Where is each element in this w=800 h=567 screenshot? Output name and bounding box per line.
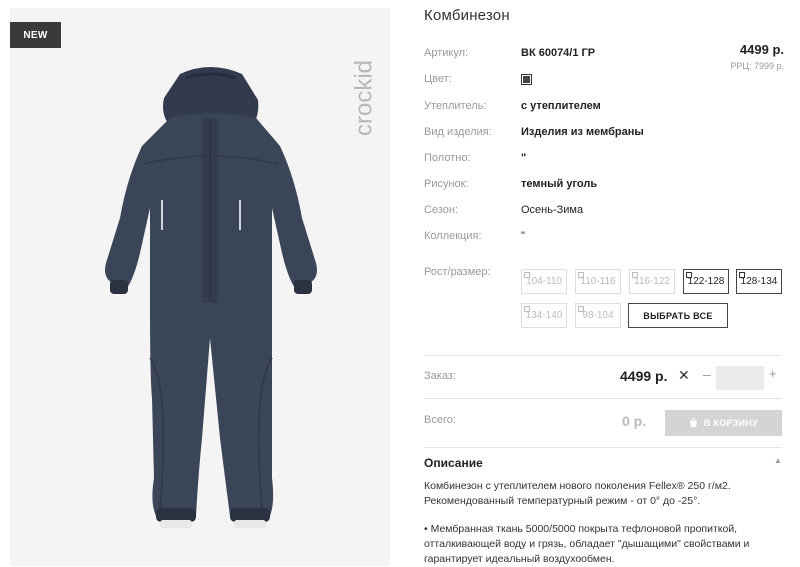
- quantity-input[interactable]: [716, 366, 764, 390]
- spec-label: Артикул:: [424, 47, 469, 59]
- spec-label: Утеплитель:: [424, 100, 487, 112]
- select-all-button[interactable]: ВЫБРАТЬ ВСЕ: [628, 303, 728, 328]
- spec-value: ": [521, 152, 527, 164]
- total-value: 0 р.: [622, 413, 647, 429]
- size-option[interactable]: 98-104: [575, 303, 621, 328]
- increase-button[interactable]: +: [769, 366, 777, 381]
- spec-label: Коллекция:: [424, 230, 482, 242]
- description-line: отталкивающей воду и грязь, обладает "ды…: [424, 538, 750, 550]
- spec-value: темный уголь: [521, 178, 598, 190]
- color-swatch[interactable]: [521, 74, 532, 85]
- spec-label: Сезон:: [424, 204, 458, 216]
- size-checkbox-icon: [578, 306, 584, 312]
- size-label: 116-122: [634, 276, 670, 287]
- size-checkbox-icon: [524, 272, 530, 278]
- divider: [424, 355, 782, 356]
- size-label: 98-104: [582, 310, 614, 321]
- rrp-price: РРЦ: 7999 р.: [730, 61, 784, 71]
- description-line: гарантирует идеальный воздухообмен.: [424, 553, 615, 565]
- size-checkbox-icon: [524, 306, 530, 312]
- size-label: 122-128: [687, 276, 725, 287]
- order-price: 4499 р.: [620, 368, 668, 384]
- description-line: Комбинезон с утеплителем нового поколени…: [424, 480, 731, 492]
- size-label: 134-140: [525, 310, 563, 321]
- description-line: Рекомендованный температурный режим - от…: [424, 495, 701, 507]
- cart-icon: [689, 418, 698, 428]
- size-option[interactable]: 134-140: [521, 303, 567, 328]
- divider: [424, 398, 782, 399]
- description-line: • Мембранная ткань 5000/5000 покрыта теф…: [424, 523, 738, 535]
- spec-value: Осень-Зима: [521, 204, 584, 216]
- svg-text:crockid: crockid: [350, 60, 377, 136]
- spec-value: с утеплителем: [521, 100, 601, 112]
- collapse-icon[interactable]: ▲: [774, 456, 782, 465]
- size-label: 110-116: [580, 276, 616, 287]
- spec-label: Вид изделия:: [424, 126, 492, 138]
- size-checkbox-icon: [739, 272, 745, 278]
- size-checkbox-icon: [578, 272, 584, 278]
- spec-label: Цвет:: [424, 73, 452, 85]
- size-option[interactable]: 122-128: [683, 269, 729, 294]
- add-to-cart-button[interactable]: В КОРЗИНУ: [665, 410, 782, 436]
- size-option[interactable]: 104-110: [521, 269, 567, 294]
- spec-value: ": [521, 230, 525, 242]
- cart-button-label: В КОРЗИНУ: [703, 418, 759, 428]
- snowsuit-image: [105, 67, 317, 528]
- order-label: Заказ:: [424, 370, 456, 382]
- size-option[interactable]: 110-116: [575, 269, 621, 294]
- brand-logo: crockid: [350, 60, 377, 136]
- sizes-label: Рост/размер:: [424, 266, 491, 278]
- spec-label: Полотно:: [424, 152, 471, 164]
- product-image[interactable]: NEW crockid: [10, 8, 390, 566]
- remove-icon[interactable]: ✕: [678, 367, 690, 384]
- size-label: 128-134: [740, 276, 778, 287]
- size-option[interactable]: 128-134: [736, 269, 782, 294]
- spec-label: Рисунок:: [424, 178, 469, 190]
- description-heading[interactable]: Описание: [424, 456, 483, 470]
- size-checkbox-icon: [686, 272, 692, 278]
- product-title: Комбинезон: [424, 7, 510, 24]
- spec-value: ВК 60074/1 ГР: [521, 47, 596, 59]
- product-info: Комбинезон 4499 р. РРЦ: 7999 р. Артикул:…: [424, 0, 790, 566]
- size-label: 104-110: [526, 276, 562, 287]
- decrease-button[interactable]: –: [703, 366, 711, 382]
- size-option[interactable]: 116-122: [629, 269, 675, 294]
- divider: [424, 447, 782, 448]
- total-label: Всего:: [424, 414, 456, 426]
- spec-value: Изделия из мембраны: [521, 126, 644, 138]
- product-price: 4499 р.: [739, 42, 784, 57]
- size-checkbox-icon: [632, 272, 638, 278]
